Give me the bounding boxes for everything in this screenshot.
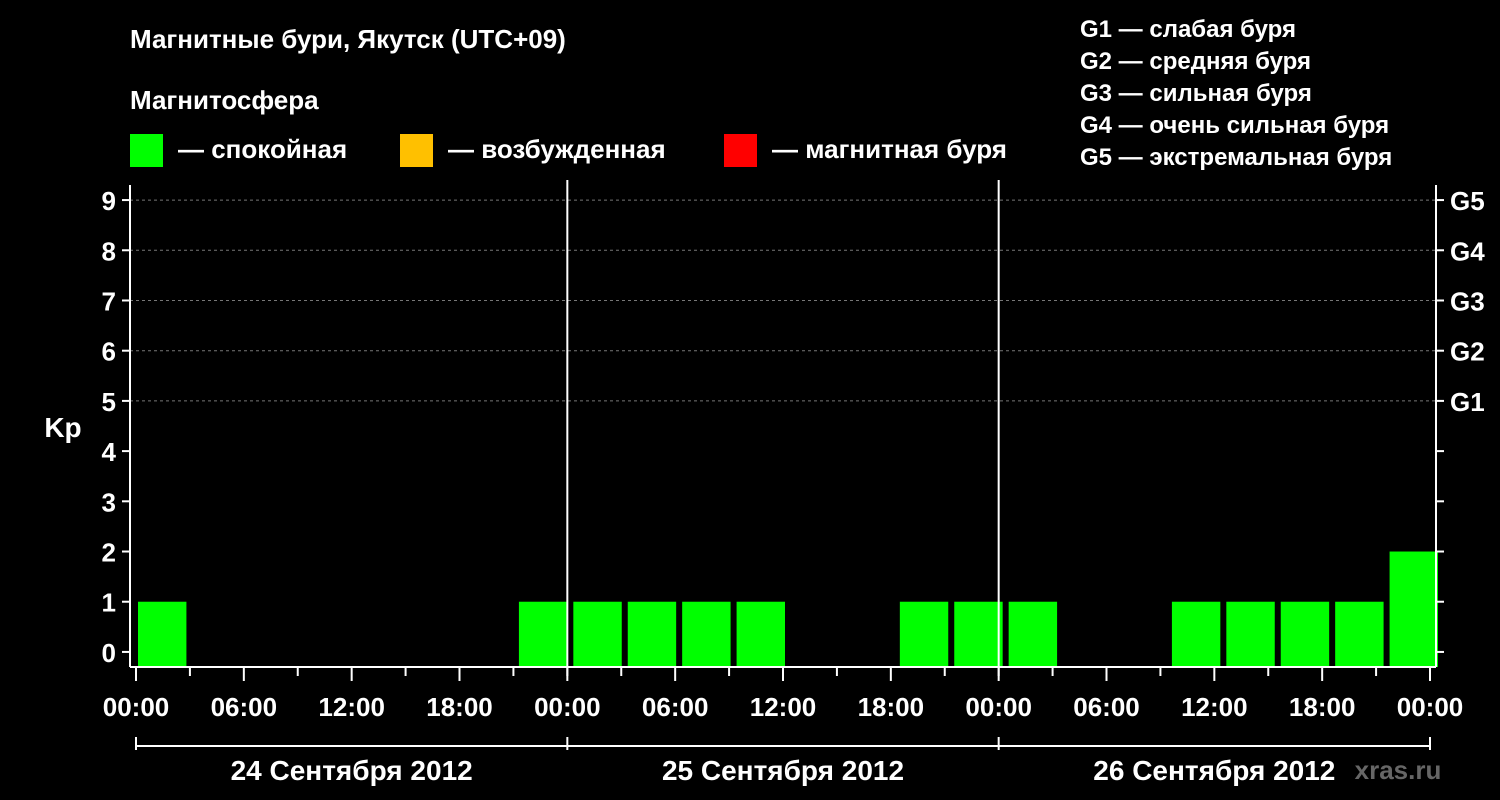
storm-level-g2: G2 — средняя буря [1080, 48, 1311, 75]
magnetosphere-label: Магнитосфера [130, 85, 319, 115]
kp-bar [1171, 601, 1221, 667]
y-tick-label: 2 [102, 538, 116, 568]
legend-swatch-disturbed [400, 134, 433, 167]
g-level-label: G3 [1450, 286, 1485, 316]
y-tick-label: 9 [102, 186, 116, 216]
legend-swatch-quiet [130, 134, 163, 167]
kp-bar [1280, 601, 1330, 667]
kp-bar [573, 601, 622, 667]
x-tick-label: 12:00 [750, 692, 817, 722]
kp-bar [899, 601, 949, 667]
day-labels: 24 Сентября 2012 25 Сентября 2012 26 Сентя… [231, 755, 1336, 786]
y-tick-label: 0 [102, 638, 116, 668]
kp-bar [1226, 601, 1275, 667]
kp-bar [682, 601, 731, 667]
chart-title: Магнитные бури, Якутск (UTC+09) [130, 24, 566, 54]
x-tick-label: 00:00 [1397, 692, 1464, 722]
y-tick-label: 6 [102, 337, 116, 367]
x-tick-label: 06:00 [642, 692, 709, 722]
x-tick-label: 12:00 [1181, 692, 1248, 722]
legend-label-quiet: — спокойная [178, 134, 347, 164]
kp-bar [518, 601, 568, 667]
storm-level-legend: G1 — слабая буря G2 — средняя буря G3 — … [1080, 16, 1392, 171]
x-tick-label: 00:00 [534, 692, 601, 722]
x-tick-label: 00:00 [965, 692, 1032, 722]
kp-bar [627, 601, 677, 667]
kp-bar [1389, 551, 1438, 667]
day-label: 25 Сентября 2012 [662, 755, 904, 786]
y-tick-label: 5 [102, 387, 116, 417]
y-tick-label: 8 [102, 236, 116, 266]
kp-bar [736, 601, 785, 667]
storm-level-g3: G3 — сильная буря [1080, 80, 1312, 107]
bars [138, 551, 1438, 667]
y-tick-label: 1 [102, 588, 116, 618]
x-tick-label: 18:00 [858, 692, 925, 722]
y-tick-label: 3 [102, 487, 116, 517]
legend-swatch-storm [724, 134, 757, 167]
grid-lines [130, 199, 1436, 402]
legend-label-storm: — магнитная буря [772, 134, 1007, 164]
kp-chart: Магнитные бури, Якутск (UTC+09) Магнитос… [44, 16, 1486, 786]
state-legend: — спокойная — возбужденная — магнитная б… [130, 134, 1007, 167]
legend-label-disturbed: — возбужденная [448, 134, 666, 164]
g-level-label: G1 [1450, 387, 1485, 417]
kp-bar [138, 601, 187, 667]
watermark: xras.ru [1355, 755, 1442, 785]
kp-bar [954, 601, 1003, 667]
x-tick-label: 06:00 [211, 692, 278, 722]
g-level-label: G2 [1450, 337, 1485, 367]
y-axis-title: Kp [44, 412, 81, 443]
g-level-label: G5 [1450, 186, 1485, 216]
day-label: 26 Сентября 2012 [1093, 755, 1335, 786]
y-tick-label: 4 [102, 437, 117, 467]
y-tick-label: 7 [102, 286, 116, 316]
storm-level-g4: G4 — очень сильная буря [1080, 112, 1389, 139]
g-level-label: G4 [1450, 236, 1485, 266]
x-tick-label: 00:00 [103, 692, 170, 722]
storm-level-g5: G5 — экстремальная буря [1080, 144, 1392, 171]
x-tick-label: 12:00 [318, 692, 385, 722]
day-label: 24 Сентября 2012 [231, 755, 473, 786]
tick-labels: 0 1 2 3 4 5 6 7 8 9 G1 G2 G3 G4 G5 00:00 06:00 12:00 18:00… [102, 186, 1486, 722]
kp-bar [1335, 601, 1384, 667]
x-tick-label: 18:00 [426, 692, 493, 722]
kp-bar [1008, 601, 1058, 667]
x-tick-label: 18:00 [1289, 692, 1356, 722]
storm-level-g1: G1 — слабая буря [1080, 16, 1296, 43]
x-tick-label: 06:00 [1073, 692, 1140, 722]
